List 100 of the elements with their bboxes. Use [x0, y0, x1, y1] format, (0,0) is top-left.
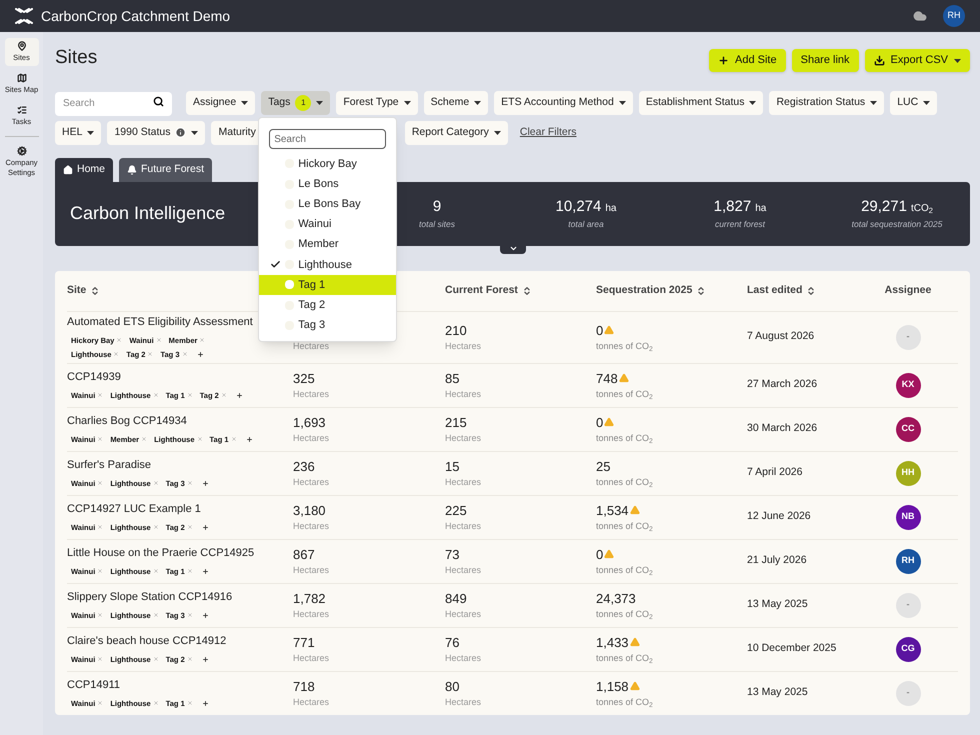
add-tag-icon[interactable]	[202, 612, 209, 619]
column-header[interactable]: Site	[67, 282, 86, 298]
remove-tag-icon[interactable]	[152, 700, 159, 706]
remove-tag-icon[interactable]	[97, 524, 104, 530]
add-tag-icon[interactable]	[196, 350, 204, 358]
column-header[interactable]: Sequestration 2025	[596, 282, 692, 298]
remove-tag-icon[interactable]	[152, 524, 159, 530]
filter-dropdown[interactable]: 1990 Status	[107, 120, 206, 144]
stat-label: total sequestration 2025	[852, 218, 942, 232]
tag-search-field[interactable]: Search	[269, 129, 386, 150]
view-tab[interactable]: Future Forest	[119, 158, 212, 182]
remove-tag-icon[interactable]	[152, 568, 159, 574]
remove-tag-icon[interactable]	[97, 480, 104, 486]
tag-option[interactable]: Wainui	[259, 214, 396, 234]
last-edited-date: 10 December 2025	[747, 641, 838, 656]
remove-tag-icon[interactable]	[152, 656, 159, 662]
add-tag-icon[interactable]	[236, 392, 243, 399]
remove-tag-icon[interactable]	[116, 337, 122, 344]
filter-dropdown[interactable]: Registration Status	[769, 90, 884, 115]
clear-filters-link[interactable]: Clear Filters	[520, 124, 576, 140]
assignee-avatar[interactable]: CC	[896, 416, 920, 442]
remove-tag-icon[interactable]	[147, 351, 154, 358]
last-edited-date: 21 July 2026	[747, 553, 808, 568]
column-header[interactable]: Current Forest	[445, 282, 518, 298]
tag-option[interactable]: Tag 1	[259, 274, 396, 296]
remove-tag-icon[interactable]	[152, 612, 159, 618]
remove-tag-icon[interactable]	[186, 480, 193, 486]
add-tag-icon[interactable]	[246, 436, 253, 443]
checkbox[interactable]	[285, 280, 294, 290]
remove-tag-icon[interactable]	[97, 392, 104, 398]
add-tag-icon[interactable]	[202, 568, 209, 575]
site-name[interactable]: CCP14927 LUC Example 1	[67, 501, 293, 518]
expand-button[interactable]	[500, 244, 526, 254]
remove-tag-icon[interactable]	[186, 612, 193, 618]
action-button[interactable]: Share link	[792, 49, 859, 72]
remove-tag-icon[interactable]	[97, 568, 104, 574]
remove-tag-icon[interactable]	[182, 351, 188, 358]
forest-value: 215	[445, 414, 468, 432]
remove-tag-icon[interactable]	[141, 436, 148, 442]
cloud-icon[interactable]	[913, 9, 927, 23]
remove-tag-icon[interactable]	[196, 436, 202, 442]
tag-option[interactable]: Member	[259, 234, 396, 255]
sort-icon[interactable]	[522, 286, 532, 296]
remove-tag-icon[interactable]	[156, 337, 162, 344]
site-name[interactable]: Charlies Bog CCP14934	[67, 413, 293, 430]
remove-tag-icon[interactable]	[199, 337, 206, 344]
remove-tag-icon[interactable]	[186, 700, 193, 706]
remove-tag-icon[interactable]	[186, 656, 193, 662]
filter-dropdown[interactable]: Forest Type	[336, 90, 418, 115]
site-name[interactable]: Little House on the Praerie CCP14925	[67, 545, 293, 562]
filter-dropdown[interactable]: Assignee	[186, 90, 256, 115]
column-header[interactable]: Last edited	[747, 282, 802, 298]
remove-tag-icon[interactable]	[220, 392, 227, 398]
filter-dropdown[interactable]: HEL	[55, 120, 102, 144]
tag-option[interactable]: Hickory Bay	[259, 154, 396, 174]
assignee-avatar[interactable]: KX	[896, 372, 920, 398]
action-button[interactable]: Export CSV	[864, 49, 970, 72]
add-tag-icon[interactable]	[202, 480, 209, 487]
remove-tag-icon[interactable]	[113, 351, 120, 358]
filter-dropdown[interactable]: Report Category	[404, 120, 508, 144]
site-name[interactable]: CCP14911	[67, 677, 293, 694]
sort-icon[interactable]	[696, 286, 706, 296]
remove-tag-icon[interactable]	[97, 612, 104, 618]
site-name[interactable]: Claire's beach house CCP14912	[67, 633, 293, 650]
remove-tag-icon[interactable]	[97, 656, 104, 662]
remove-tag-icon[interactable]	[230, 436, 237, 442]
user-avatar[interactable]: RH	[943, 5, 965, 27]
site-name[interactable]: Slippery Slope Station CCP14916	[67, 589, 293, 606]
filter-dropdown[interactable]: LUC	[890, 90, 938, 115]
remove-tag-icon[interactable]	[186, 392, 193, 398]
tag-option[interactable]: Le Bons Bay	[259, 194, 396, 214]
site-name[interactable]: CCP14939	[67, 369, 293, 386]
assignee-avatar[interactable]: RH	[896, 548, 920, 574]
filter-dropdown[interactable]: Tags 1	[261, 90, 330, 115]
tag-option[interactable]: Le Bons	[259, 174, 396, 194]
remove-tag-icon[interactable]	[186, 524, 193, 530]
action-button[interactable]: Add Site	[709, 49, 786, 72]
filter-dropdown[interactable]: ETS Accounting Method	[494, 90, 633, 115]
filter-dropdown[interactable]: Establishment Status	[638, 90, 764, 115]
remove-tag-icon[interactable]	[152, 392, 159, 398]
remove-tag-icon[interactable]	[152, 480, 159, 486]
sort-icon[interactable]	[90, 286, 100, 296]
filter-dropdown[interactable]: Scheme	[424, 90, 488, 115]
tag-option[interactable]: Tag 3	[259, 315, 396, 336]
stat-label: current forest	[714, 218, 766, 232]
remove-tag-icon[interactable]	[97, 436, 104, 442]
sort-icon[interactable]	[806, 286, 816, 296]
tag-option[interactable]: Lighthouse	[259, 254, 396, 275]
add-tag-icon[interactable]	[202, 700, 209, 707]
view-tab[interactable]: Home	[55, 158, 114, 182]
assignee-avatar[interactable]: CG	[896, 636, 920, 662]
add-tag-icon[interactable]	[202, 524, 209, 531]
tag-option[interactable]: Tag 2	[259, 295, 396, 316]
remove-tag-icon[interactable]	[186, 568, 193, 574]
assignee-avatar[interactable]: NB	[896, 504, 920, 530]
search-field[interactable]: Search	[55, 92, 172, 116]
remove-tag-icon[interactable]	[97, 700, 104, 706]
column-header[interactable]: Assignee	[884, 282, 932, 298]
site-name[interactable]: Surfer's Paradise	[67, 457, 293, 474]
add-tag-icon[interactable]	[202, 656, 209, 663]
